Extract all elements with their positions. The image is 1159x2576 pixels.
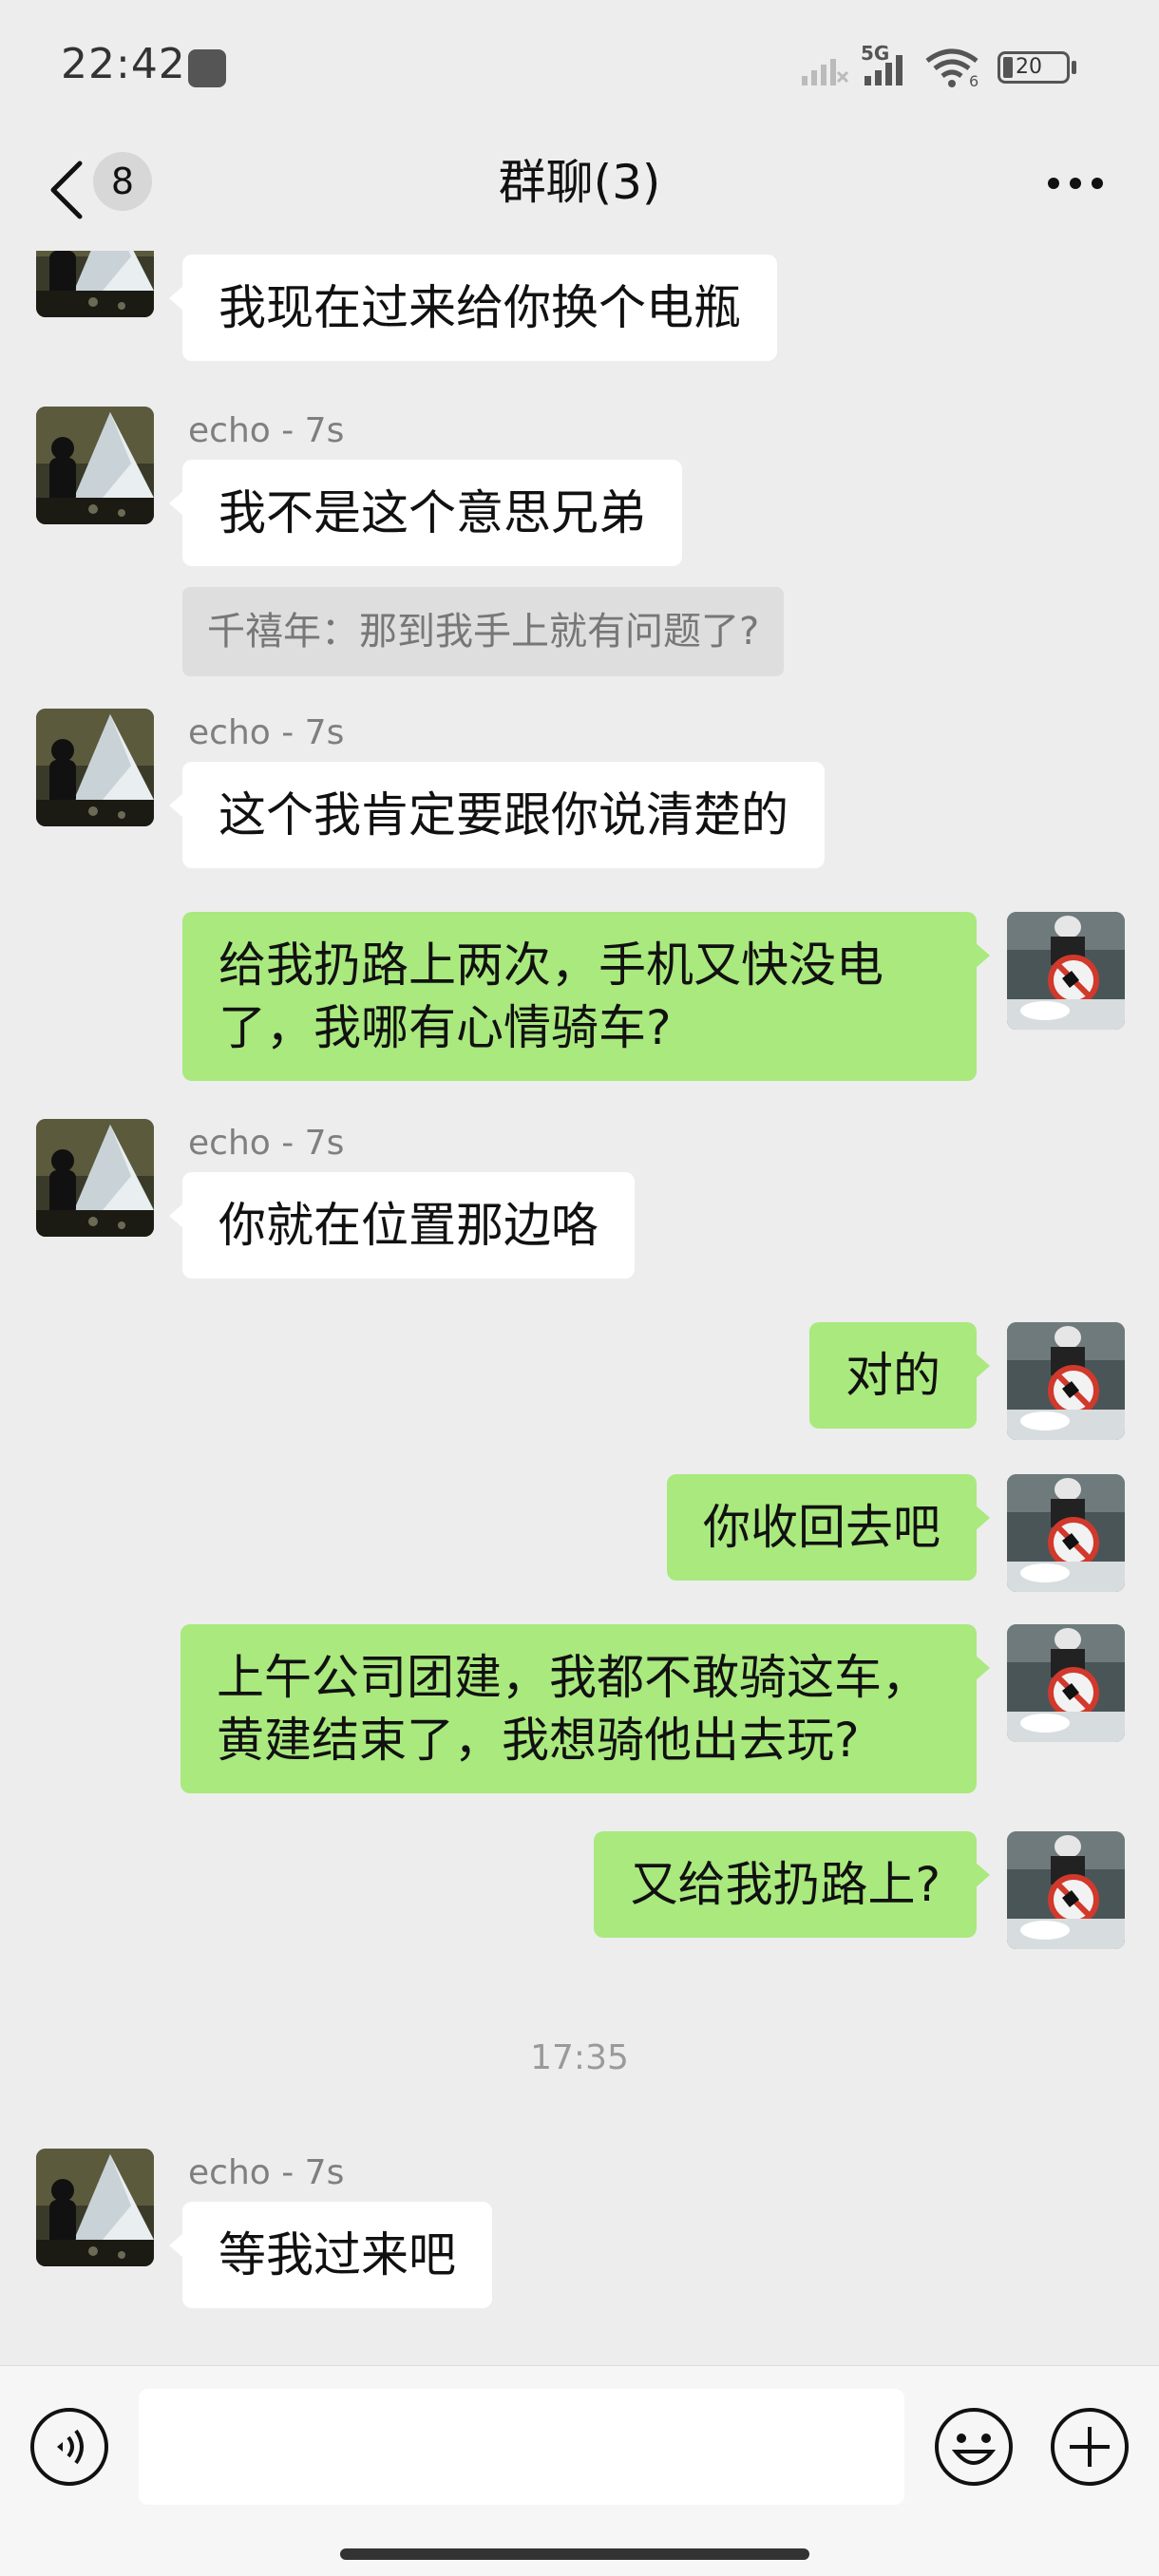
wifi-label: 6	[969, 72, 979, 90]
sender-name: echo - 7s	[188, 713, 345, 752]
avatar-me[interactable]	[1007, 1624, 1125, 1742]
message-input[interactable]	[139, 2389, 904, 2505]
sender-name: echo - 7s	[188, 1124, 345, 1163]
home-indicator[interactable]	[340, 2548, 809, 2560]
quoted-message[interactable]: 千禧年：那到我手上就有问题了?	[182, 587, 785, 676]
message-bubble-incoming[interactable]: 我现在过来给你换个电瓶	[169, 255, 777, 361]
message-bubble-outgoing[interactable]: 又给我扔路上?	[594, 1831, 990, 1938]
avatar-echo[interactable]	[36, 1119, 154, 1237]
chat-title: 群聊(3)	[498, 155, 661, 210]
avatar-echo[interactable]	[36, 251, 154, 317]
message-bubble-incoming[interactable]: 我不是这个意思兄弟	[169, 460, 682, 566]
avatar-echo[interactable]	[36, 709, 154, 826]
message-bubble-outgoing[interactable]: 对的	[809, 1322, 990, 1429]
status-icons: 5G 6 20	[800, 42, 1104, 91]
sender-name: echo - 7s	[188, 411, 345, 450]
avatar-me[interactable]	[1007, 1474, 1125, 1592]
battery-icon: 20	[998, 51, 1070, 84]
time-divider: 17:35	[530, 2038, 629, 2077]
avatar-echo[interactable]	[36, 2149, 154, 2266]
message-list[interactable]: 我现在过来给你换个电瓶 echo - 7s 我不是这个意思兄弟 千禧年：那到我手…	[0, 251, 1159, 2365]
battery-level: 20	[1016, 55, 1042, 79]
message-bubble-outgoing[interactable]: 给我扔路上两次，手机又快没电 了，我哪有心情骑车?	[182, 912, 990, 1081]
signal-no-service-icon	[802, 59, 849, 85]
message-bubble-incoming[interactable]: 等我过来吧	[169, 2202, 492, 2308]
avatar-me[interactable]	[1007, 1831, 1125, 1949]
input-bar	[0, 2365, 1159, 2576]
ellipsis-icon[interactable]	[1047, 177, 1104, 190]
message-bubble-outgoing[interactable]: 上午公司团建，我都不敢骑这车， 黄建结束了，我想骑他出去玩?	[180, 1624, 990, 1793]
signal-icon	[864, 55, 902, 85]
voice-icon[interactable]	[28, 2406, 110, 2488]
emoji-icon[interactable]	[933, 2406, 1015, 2488]
notification-icon	[188, 49, 226, 87]
battery-tip	[1072, 61, 1076, 74]
sender-name: echo - 7s	[188, 2153, 345, 2192]
message-bubble-outgoing[interactable]: 你收回去吧	[667, 1474, 990, 1581]
plus-icon[interactable]	[1049, 2406, 1130, 2488]
message-bubble-incoming[interactable]: 这个我肯定要跟你说清楚的	[169, 762, 825, 868]
avatar-me[interactable]	[1007, 1322, 1125, 1440]
avatar-me[interactable]	[1007, 912, 1125, 1030]
avatar-echo[interactable]	[36, 407, 154, 524]
status-time: 22:42	[61, 40, 186, 88]
status-bar: 22:42 5G 6 20	[0, 0, 1159, 133]
message-bubble-incoming[interactable]: 你就在位置那边咯	[169, 1172, 635, 1279]
